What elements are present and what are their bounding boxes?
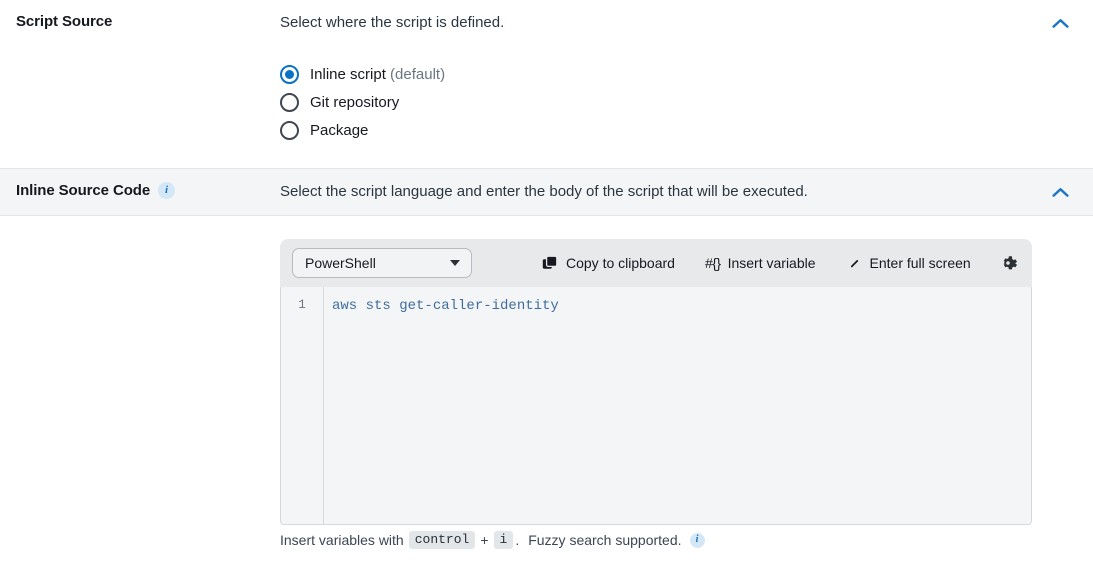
hint-period: . — [515, 532, 520, 548]
copy-icon — [542, 255, 558, 269]
radio-option-inline-script[interactable]: Inline script (default) — [280, 60, 1093, 88]
page-title: Script Source — [16, 13, 113, 30]
script-source-form: Script Source Select where the script is… — [0, 0, 1093, 565]
gear-icon — [1003, 256, 1017, 270]
radio-label-text: Git repository — [310, 93, 400, 111]
radio-indicator[interactable] — [280, 120, 299, 140]
hint-prefix: Insert variables with — [280, 532, 404, 548]
radio-label-suffix: (default) — [390, 65, 446, 83]
editor-hint: Insert variables with control + i . Fuzz… — [280, 531, 705, 549]
editor-settings-button[interactable] — [998, 248, 1018, 278]
radio-label-text: Inline script — [310, 65, 386, 83]
info-icon[interactable]: i — [689, 532, 705, 548]
section-header-inline-source-code: Inline Source Code i Select the script l… — [0, 168, 1093, 216]
hash-braces-icon: #{} — [704, 255, 721, 271]
section-description-inline-source-code: Select the script language and enter the… — [280, 183, 808, 200]
script-source-radio-group: Inline script (default) Git repository P… — [0, 46, 1093, 158]
radio-option-package[interactable]: Package — [280, 116, 1093, 144]
section-title-group-script-source: Script Source — [16, 12, 280, 30]
section-title: Inline Source Code — [16, 182, 151, 199]
collapse-toggle-inline-source-code[interactable] — [1047, 181, 1073, 203]
enter-full-screen-label: Enter full screen — [869, 255, 971, 271]
section-description-script-source: Select where the script is defined. — [280, 14, 505, 31]
code-editor-toolbar: PowerShell Copy to clipboard #{} Insert … — [280, 239, 1032, 287]
radio-label: Package — [310, 122, 368, 139]
chevron-up-icon — [1051, 18, 1069, 28]
line-number-gutter: 1 — [281, 287, 324, 524]
section-title-group-inline-source-code: Inline Source Code i — [16, 181, 280, 199]
enter-full-screen-button[interactable]: Enter full screen — [846, 248, 971, 278]
chevron-up-icon — [1051, 187, 1069, 197]
kbd-i: i — [493, 531, 514, 549]
copy-to-clipboard-button[interactable]: Copy to clipboard — [542, 248, 675, 278]
code-editor: PowerShell Copy to clipboard #{} Insert … — [280, 239, 1032, 525]
radio-label: Git repository — [310, 94, 399, 111]
radio-indicator[interactable] — [280, 92, 299, 112]
language-select[interactable]: PowerShell — [292, 248, 472, 278]
copy-to-clipboard-label: Copy to clipboard — [566, 255, 675, 271]
code-input[interactable]: aws sts get-caller-identity — [324, 287, 1031, 524]
kbd-control: control — [408, 531, 476, 549]
chevron-down-icon — [450, 260, 460, 266]
radio-label: Inline script (default) — [310, 66, 445, 83]
insert-variable-label: Insert variable — [727, 255, 816, 271]
insert-variable-button[interactable]: #{} Insert variable — [705, 248, 816, 278]
line-number: 1 — [298, 297, 306, 312]
collapse-toggle-script-source[interactable] — [1047, 12, 1073, 34]
code-editor-body: 1 aws sts get-caller-identity — [280, 287, 1032, 525]
radio-label-text: Package — [310, 121, 369, 139]
expand-diagonal-icon — [847, 256, 861, 270]
radio-indicator[interactable] — [280, 64, 299, 84]
hint-plus: + — [480, 532, 489, 548]
language-select-value: PowerShell — [305, 255, 376, 271]
info-icon[interactable]: i — [158, 182, 176, 199]
radio-option-git-repository[interactable]: Git repository — [280, 88, 1093, 116]
hint-suffix: Fuzzy search supported. — [528, 532, 682, 548]
section-header-script-source: Script Source Select where the script is… — [0, 0, 1093, 46]
